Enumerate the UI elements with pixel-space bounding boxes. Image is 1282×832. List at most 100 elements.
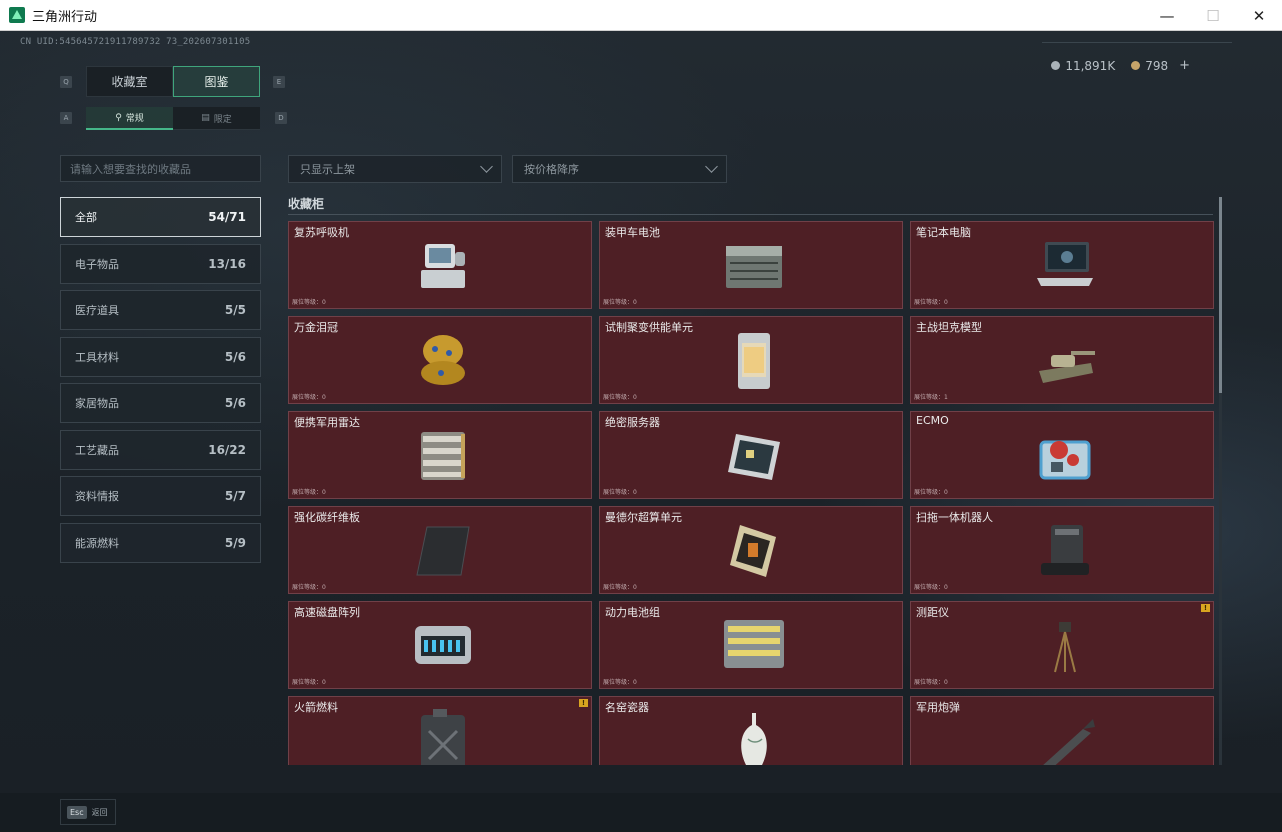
limited-icon: ▤ bbox=[201, 113, 210, 123]
jeweled-egg-icon bbox=[411, 329, 475, 393]
card-item-name: 名窑瓷器 bbox=[605, 701, 649, 714]
card-level-label: 展位等级： bbox=[292, 489, 323, 496]
category-all[interactable]: 全部 54/71 bbox=[60, 197, 261, 237]
collection-card[interactable]: 曼德尔超算单元 展位等级：0 bbox=[599, 506, 903, 594]
add-currency-button[interactable]: + bbox=[1179, 58, 1190, 73]
warning-badge-icon: ! bbox=[579, 699, 588, 707]
gold-coin-icon bbox=[1131, 61, 1141, 70]
category-tools[interactable]: 工具材料 5/6 bbox=[60, 336, 261, 377]
collection-card[interactable]: ECMO 展位等级：0 bbox=[910, 411, 1214, 499]
collection-card[interactable]: 装甲车电池 展位等级：0 bbox=[599, 221, 903, 309]
card-level-value: 0 bbox=[322, 394, 326, 401]
category-label: 医疗道具 bbox=[75, 304, 119, 317]
disk-array-icon bbox=[411, 614, 475, 678]
tab-collection-room[interactable]: 收藏室 bbox=[86, 66, 173, 97]
card-level-label: 展位等级： bbox=[603, 679, 634, 686]
category-label: 工艺藏品 bbox=[75, 443, 119, 457]
subtab-limited-label: 限定 bbox=[213, 114, 232, 125]
card-level-label: 展位等级： bbox=[292, 394, 323, 401]
keyhint-e: E bbox=[273, 76, 285, 88]
card-level: 展位等级：0 bbox=[603, 487, 637, 496]
card-item-name: 笔记本电脑 bbox=[916, 226, 971, 239]
collection-card[interactable]: 动力电池组展位等级：0 bbox=[599, 601, 903, 689]
card-item-name: 装甲车电池 bbox=[605, 226, 660, 239]
card-level: 展位等级：0 bbox=[292, 392, 326, 401]
tab-encyclopedia[interactable]: 图鉴 bbox=[173, 66, 260, 97]
card-level: 展位等级：0 bbox=[603, 677, 637, 686]
card-level-label: 展位等级： bbox=[292, 584, 323, 591]
battery-icon bbox=[722, 234, 786, 298]
collection-card[interactable]: 万金泪冠 展位等级：0 bbox=[288, 316, 592, 404]
card-level-value: 0 bbox=[322, 584, 326, 591]
rangefinder-icon bbox=[1033, 614, 1097, 678]
collection-card[interactable]: 便携军用雷达 展位等级：0 bbox=[288, 411, 592, 499]
silver-amount: 11,891K bbox=[1065, 58, 1116, 73]
currency-display: 11,891K 798 + bbox=[1051, 58, 1190, 73]
collection-card[interactable]: 名窑瓷器展位等级：0 bbox=[599, 696, 903, 765]
card-level-value: 0 bbox=[633, 394, 637, 401]
collection-card[interactable]: 扫拖一体机器人展位等级：0 bbox=[910, 506, 1214, 594]
keyhint-d: D bbox=[275, 112, 287, 124]
collection-card[interactable]: 笔记本电脑展位等级：0 bbox=[910, 221, 1214, 309]
card-level-label: 展位等级： bbox=[603, 584, 634, 591]
collection-card[interactable]: 主战坦克模型 展位等级：1 bbox=[910, 316, 1214, 404]
category-count: 5/6 bbox=[224, 349, 246, 364]
carbon-plate-icon bbox=[411, 519, 475, 583]
window-title: 三角洲行动 bbox=[32, 9, 98, 25]
search-input[interactable]: 请输入想要查找的收藏品 bbox=[60, 155, 261, 182]
silver-coin-icon bbox=[1051, 61, 1061, 70]
category-intel[interactable]: 资料情报 5/7 bbox=[60, 476, 261, 516]
subtab-regular[interactable]: ⚲ 常规 bbox=[86, 107, 173, 130]
card-item-name: 扫拖一体机器人 bbox=[916, 511, 993, 524]
window-titlebar: 三角洲行动 — ☐ ✕ bbox=[0, 0, 1282, 31]
maximize-button[interactable]: ☐ bbox=[1190, 0, 1236, 31]
collection-card[interactable]: 火箭燃料展位等级：0! bbox=[288, 696, 592, 765]
category-count: 5/5 bbox=[224, 303, 246, 317]
card-item-name: 绝密服务器 bbox=[605, 416, 660, 429]
category-label: 工具材料 bbox=[75, 350, 119, 364]
card-level: 展位等级：0 bbox=[603, 392, 637, 401]
card-item-name: 复苏呼吸机 bbox=[294, 226, 349, 239]
card-level-value: 0 bbox=[944, 299, 948, 306]
chevron-down-icon bbox=[705, 160, 718, 173]
card-level: 展位等级：0 bbox=[914, 582, 948, 591]
sort-dropdown[interactable]: 按价格降序 bbox=[512, 155, 727, 183]
collection-card[interactable]: 军用炮弹展位等级：0 bbox=[910, 696, 1214, 765]
category-energy[interactable]: 能源燃料 5/9 bbox=[60, 522, 261, 563]
category-household[interactable]: 家居物品 5/6 bbox=[60, 383, 261, 423]
collection-card[interactable]: 绝密服务器展位等级：0 bbox=[599, 411, 903, 499]
card-level: 展位等级：0 bbox=[914, 297, 948, 306]
section-divider bbox=[288, 214, 1213, 215]
collection-card[interactable]: 测距仪 展位等级：0! bbox=[910, 601, 1214, 689]
card-item-name: 测距仪 bbox=[916, 606, 949, 619]
card-item-name: 火箭燃料 bbox=[294, 701, 338, 714]
collection-card[interactable]: 试制聚变供能单元 展位等级：0 bbox=[599, 316, 903, 404]
collection-card[interactable]: 复苏呼吸机 展位等级：0 bbox=[288, 221, 592, 309]
minimize-button[interactable]: — bbox=[1144, 0, 1190, 31]
card-level-value: 0 bbox=[322, 679, 326, 686]
back-label: 返回 bbox=[91, 807, 108, 817]
card-level: 展位等级：1 bbox=[914, 392, 948, 401]
card-level-value: 0 bbox=[944, 584, 948, 591]
collection-card[interactable]: 高速磁盘阵列展位等级：0 bbox=[288, 601, 592, 689]
card-item-name: 高速磁盘阵列 bbox=[294, 606, 360, 619]
category-label: 电子物品 bbox=[75, 257, 119, 271]
card-level: 展位等级：0 bbox=[292, 677, 326, 686]
close-button[interactable]: ✕ bbox=[1236, 0, 1282, 31]
category-medical[interactable]: 医疗道具 5/5 bbox=[60, 290, 261, 330]
card-level-value: 0 bbox=[633, 299, 637, 306]
card-item-name: 动力电池组 bbox=[605, 606, 660, 619]
back-button[interactable]: Esc 返回 bbox=[60, 799, 116, 825]
card-level-value: 0 bbox=[633, 679, 637, 686]
category-crafts[interactable]: 工艺藏品 16/22 bbox=[60, 429, 261, 470]
category-label: 能源燃料 bbox=[75, 536, 119, 550]
subtab-limited[interactable]: ▤ 限定 bbox=[173, 107, 260, 130]
sub-tabs: ⚲ 常规 ▤ 限定 bbox=[86, 107, 260, 130]
scrollbar-thumb[interactable] bbox=[1219, 197, 1222, 393]
category-electronics[interactable]: 电子物品 13/16 bbox=[60, 243, 261, 284]
category-count: 54/71 bbox=[208, 210, 246, 224]
collection-card[interactable]: 强化碳纤维板 展位等级：0 bbox=[288, 506, 592, 594]
supercomputer-icon bbox=[722, 519, 786, 583]
category-count: 5/9 bbox=[224, 535, 246, 550]
shelf-filter-dropdown[interactable]: 只显示上架 bbox=[288, 155, 502, 183]
